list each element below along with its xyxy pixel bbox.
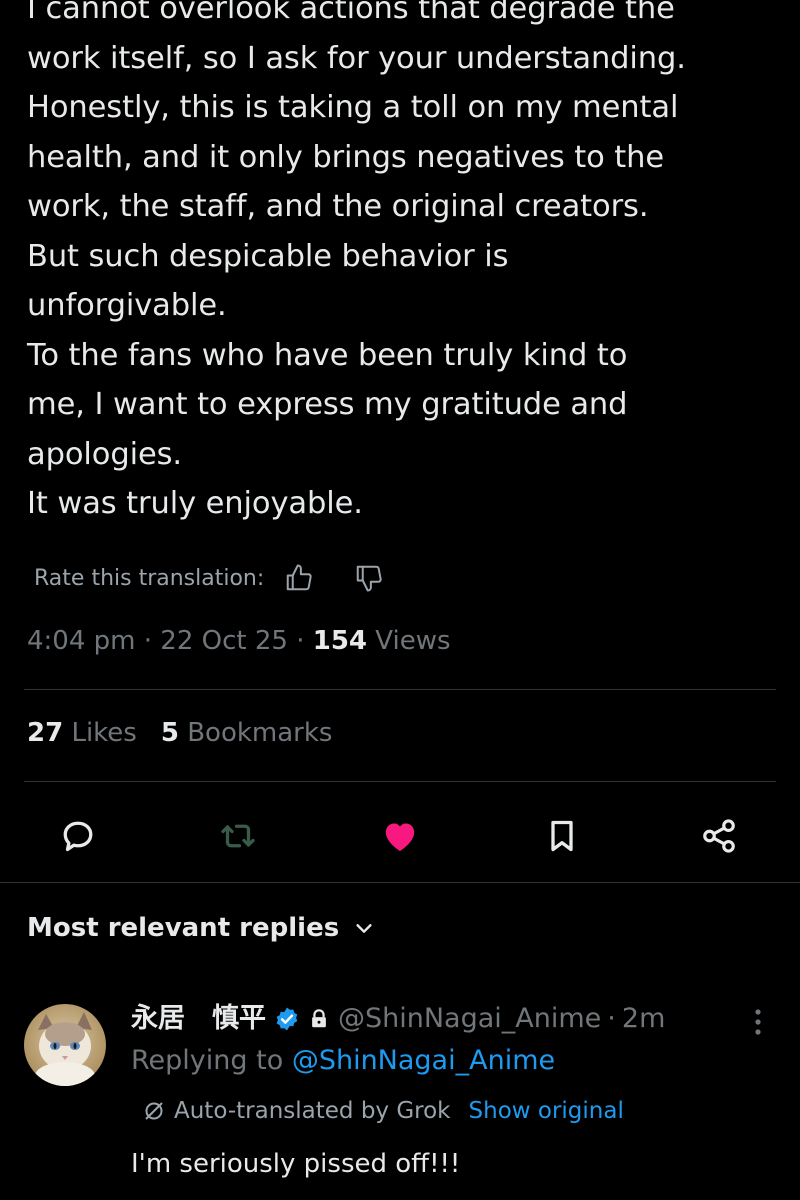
- replying-to-handle[interactable]: @ShinNagai_Anime: [292, 1045, 555, 1076]
- views-count: 154: [312, 626, 368, 656]
- auto-translation-notice: Auto-translated by Grok Show original: [142, 1094, 624, 1128]
- bookmarks-count: 5: [160, 718, 179, 748]
- replies-sort-dropdown[interactable]: Most relevant replies: [27, 913, 375, 943]
- divider: [0, 882, 800, 883]
- thumbs-down-icon[interactable]: [352, 561, 386, 595]
- more-options-icon[interactable]: [745, 1004, 771, 1040]
- avatar[interactable]: [24, 1004, 106, 1086]
- bookmark-icon[interactable]: [540, 814, 584, 858]
- thumbs-up-icon[interactable]: [282, 561, 316, 595]
- reply-text: I'm seriously pissed off!!!: [131, 1149, 461, 1179]
- replying-to-prefix: Replying to: [131, 1045, 284, 1076]
- reply-time[interactable]: 2m: [622, 998, 665, 1040]
- auto-translated-label: Auto-translated by Grok: [174, 1098, 451, 1124]
- likes-stat[interactable]: 27 Likes: [27, 718, 137, 748]
- replies-header-label: Most relevant replies: [27, 913, 340, 943]
- translate-slash-icon: [142, 1099, 166, 1123]
- divider: [24, 781, 776, 782]
- tweet-stats: 27 Likes 5 Bookmarks: [27, 718, 332, 748]
- likes-label: Likes: [71, 718, 137, 748]
- verified-badge-icon: [274, 1006, 300, 1032]
- tweet-action-bar: [0, 806, 800, 862]
- show-original-link[interactable]: Show original: [469, 1094, 624, 1128]
- separator-dot: ·: [143, 626, 153, 656]
- divider: [24, 689, 776, 690]
- separator-dot: ·: [607, 1003, 616, 1034]
- bookmarks-stat[interactable]: 5 Bookmarks: [161, 718, 333, 748]
- tweet-meta: 4:04 pm · 22 Oct 25 · 154 Views: [27, 626, 451, 656]
- retweet-icon[interactable]: [216, 814, 260, 858]
- reply-item[interactable]: 永居 慎平 @ShinNagai_Anime · 2m Replying to …: [0, 998, 800, 1200]
- reply-header: 永居 慎平 @ShinNagai_Anime · 2m: [131, 998, 665, 1040]
- views-label[interactable]: Views: [375, 626, 450, 656]
- rate-translation-row: Rate this translation:: [34, 561, 422, 595]
- replying-to: Replying to @ShinNagai_Anime: [131, 1040, 555, 1082]
- tweet-text: I cannot overlook actions that degrade t…: [27, 0, 686, 521]
- lock-icon: [308, 1007, 330, 1031]
- tweet-date[interactable]: 22 Oct 25: [160, 626, 288, 656]
- reply-author-handle[interactable]: @ShinNagai_Anime: [338, 998, 601, 1040]
- reply-icon[interactable]: [56, 814, 100, 858]
- reply-author-name[interactable]: 永居 慎平: [131, 998, 266, 1040]
- heart-filled-icon[interactable]: [378, 814, 422, 858]
- share-icon[interactable]: [697, 814, 741, 858]
- likes-count: 27: [27, 718, 64, 748]
- rate-translation-label: Rate this translation:: [34, 565, 265, 591]
- separator-dot: ·: [296, 626, 305, 656]
- bookmarks-label: Bookmarks: [187, 718, 333, 748]
- tweet-time[interactable]: 4:04 pm: [27, 626, 135, 656]
- chevron-down-icon: [353, 917, 375, 939]
